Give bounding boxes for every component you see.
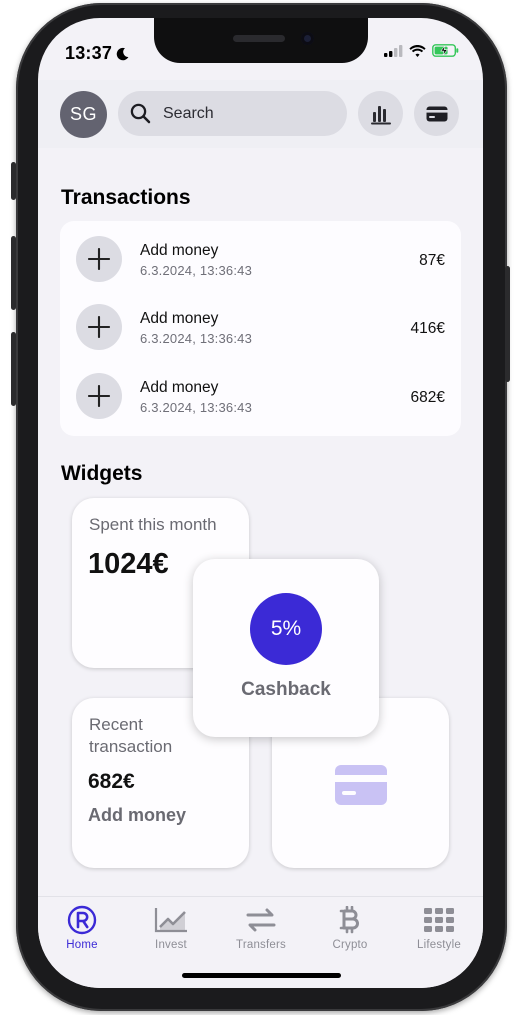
card-icon xyxy=(335,765,387,805)
home-indicator[interactable] xyxy=(182,973,341,978)
volume-down-button xyxy=(11,332,16,406)
transaction-row[interactable]: Add money 6.3.2024, 13:36:43 87€ xyxy=(60,223,461,291)
recent-transaction-value: 682€ xyxy=(88,770,135,793)
battery-charging-icon xyxy=(432,44,459,57)
transaction-amount: 416€ xyxy=(410,320,445,337)
analytics-button[interactable] xyxy=(358,91,403,136)
avatar[interactable]: SG xyxy=(60,91,107,138)
tab-home-label: Home xyxy=(66,939,98,951)
avatar-initials: SG xyxy=(69,104,97,124)
transaction-row[interactable]: Add money 6.3.2024, 13:36:43 416€ xyxy=(60,291,461,359)
cashback-label: Cashback xyxy=(241,679,331,700)
cashback-percent-badge: 5% xyxy=(250,593,322,665)
tab-lifestyle-label: Lifestyle xyxy=(417,939,461,951)
power-button xyxy=(505,266,510,382)
recent-transaction-label: Recent transaction xyxy=(89,715,173,756)
add-money-icon-circle xyxy=(76,373,122,419)
cashback-widget[interactable]: 5% Cashback xyxy=(193,559,379,737)
transaction-date: 6.3.2024, 13:36:43 xyxy=(140,263,253,278)
transaction-date: 6.3.2024, 13:36:43 xyxy=(140,400,253,415)
cards-button[interactable] xyxy=(414,91,459,136)
plus-icon xyxy=(88,316,110,338)
search-input[interactable] xyxy=(161,103,321,124)
transfer-arrows-icon xyxy=(246,908,276,932)
mute-switch xyxy=(11,162,16,200)
status-time-text: 13:37 xyxy=(65,43,113,63)
revolut-r-icon xyxy=(67,905,97,935)
transaction-date: 6.3.2024, 13:36:43 xyxy=(140,331,253,346)
grid-icon xyxy=(424,908,454,932)
transaction-title: Add money xyxy=(140,310,219,327)
search-bar[interactable] xyxy=(118,91,347,136)
status-time: 13:37 xyxy=(65,43,129,64)
transactions-heading: Transactions xyxy=(61,186,191,209)
transaction-row[interactable]: Add money 6.3.2024, 13:36:43 682€ xyxy=(60,360,461,428)
cellular-signal-icon xyxy=(384,44,403,57)
app-screen: 13:37 SG Search Transactions Add money 6… xyxy=(38,18,483,988)
tab-invest[interactable]: Invest xyxy=(136,903,206,951)
widgets-heading: Widgets xyxy=(61,462,143,485)
add-money-icon-circle xyxy=(76,304,122,350)
transaction-amount: 87€ xyxy=(419,252,445,269)
notch xyxy=(154,18,368,63)
wifi-icon xyxy=(409,44,426,57)
plus-icon xyxy=(88,385,110,407)
transaction-title: Add money xyxy=(140,379,219,396)
recent-transaction-description: Add money xyxy=(88,805,187,825)
speaker-grille xyxy=(233,35,285,42)
card-icon xyxy=(426,106,447,121)
front-camera xyxy=(301,32,314,45)
tab-crypto[interactable]: Crypto xyxy=(315,903,385,951)
transaction-title: Add money xyxy=(140,242,219,259)
chart-line-icon xyxy=(154,908,187,933)
tab-transfers-label: Transfers xyxy=(236,939,286,951)
tab-crypto-label: Crypto xyxy=(332,939,368,951)
transactions-list: Add money 6.3.2024, 13:36:43 87€ Add mon… xyxy=(60,221,461,436)
tab-invest-label: Invest xyxy=(155,939,187,951)
volume-up-button xyxy=(11,236,16,310)
spent-value: 1024€ xyxy=(88,548,169,580)
tab-home[interactable]: Home xyxy=(47,903,117,951)
transaction-amount: 682€ xyxy=(410,389,445,406)
plus-icon xyxy=(88,248,110,270)
tab-transfers[interactable]: Transfers xyxy=(226,903,296,951)
add-money-icon-circle xyxy=(76,236,122,282)
status-indicators xyxy=(384,44,459,57)
search-icon xyxy=(130,103,151,124)
bitcoin-icon xyxy=(339,906,359,934)
moon-icon xyxy=(116,47,129,60)
tab-lifestyle[interactable]: Lifestyle xyxy=(404,903,474,951)
cashback-percent: 5% xyxy=(270,617,302,640)
bar-chart-icon xyxy=(370,105,391,124)
spent-label: Spent this month xyxy=(89,515,217,534)
